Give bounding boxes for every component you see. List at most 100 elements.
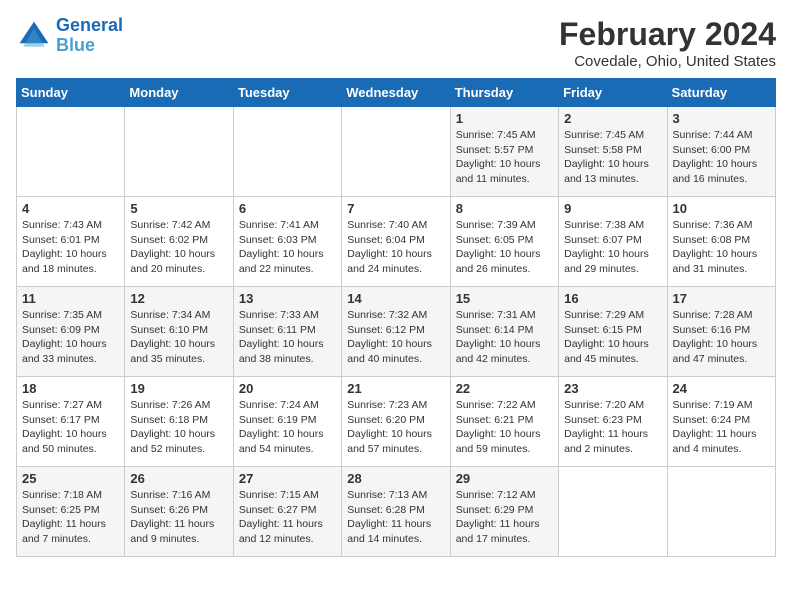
day-number: 5	[130, 201, 227, 216]
header-row: SundayMondayTuesdayWednesdayThursdayFrid…	[17, 79, 776, 107]
calendar-cell: 2 Sunrise: 7:45 AM Sunset: 5:58 PM Daylig…	[559, 107, 667, 197]
day-number: 28	[347, 471, 444, 486]
day-number: 6	[239, 201, 336, 216]
day-info: Sunrise: 7:24 AM Sunset: 6:19 PM Dayligh…	[239, 398, 336, 457]
day-info: Sunrise: 7:29 AM Sunset: 6:15 PM Dayligh…	[564, 308, 661, 367]
calendar-cell: 3 Sunrise: 7:44 AM Sunset: 6:00 PM Daylig…	[667, 107, 775, 197]
day-info: Sunrise: 7:44 AM Sunset: 6:00 PM Dayligh…	[673, 128, 770, 187]
day-info: Sunrise: 7:31 AM Sunset: 6:14 PM Dayligh…	[456, 308, 553, 367]
calendar-cell: 16 Sunrise: 7:29 AM Sunset: 6:15 PM Dayli…	[559, 287, 667, 377]
day-info: Sunrise: 7:41 AM Sunset: 6:03 PM Dayligh…	[239, 218, 336, 277]
logo: General Blue	[16, 16, 123, 56]
calendar-cell	[559, 467, 667, 557]
calendar-title: February 2024	[559, 16, 776, 53]
day-number: 17	[673, 291, 770, 306]
day-info: Sunrise: 7:45 AM Sunset: 5:57 PM Dayligh…	[456, 128, 553, 187]
day-info: Sunrise: 7:23 AM Sunset: 6:20 PM Dayligh…	[347, 398, 444, 457]
day-number: 27	[239, 471, 336, 486]
day-number: 26	[130, 471, 227, 486]
day-number: 24	[673, 381, 770, 396]
day-info: Sunrise: 7:45 AM Sunset: 5:58 PM Dayligh…	[564, 128, 661, 187]
week-row-1: 1 Sunrise: 7:45 AM Sunset: 5:57 PM Daylig…	[17, 107, 776, 197]
calendar-cell: 7 Sunrise: 7:40 AM Sunset: 6:04 PM Daylig…	[342, 197, 450, 287]
day-info: Sunrise: 7:36 AM Sunset: 6:08 PM Dayligh…	[673, 218, 770, 277]
calendar-cell: 8 Sunrise: 7:39 AM Sunset: 6:05 PM Daylig…	[450, 197, 558, 287]
day-info: Sunrise: 7:19 AM Sunset: 6:24 PM Dayligh…	[673, 398, 770, 457]
title-block: February 2024 Covedale, Ohio, United Sta…	[559, 16, 776, 70]
day-number: 21	[347, 381, 444, 396]
calendar-table: SundayMondayTuesdayWednesdayThursdayFrid…	[16, 78, 776, 557]
calendar-cell	[667, 467, 775, 557]
calendar-cell	[342, 107, 450, 197]
day-number: 16	[564, 291, 661, 306]
calendar-cell: 28 Sunrise: 7:13 AM Sunset: 6:28 PM Dayli…	[342, 467, 450, 557]
day-info: Sunrise: 7:22 AM Sunset: 6:21 PM Dayligh…	[456, 398, 553, 457]
calendar-cell: 6 Sunrise: 7:41 AM Sunset: 6:03 PM Daylig…	[233, 197, 341, 287]
day-number: 8	[456, 201, 553, 216]
day-number: 15	[456, 291, 553, 306]
calendar-cell: 17Sunrise: 7:28 AM Sunset: 6:16 PM Dayli…	[667, 287, 775, 377]
day-number: 10	[673, 201, 770, 216]
day-number: 14	[347, 291, 444, 306]
day-number: 11	[22, 291, 119, 306]
day-info: Sunrise: 7:32 AM Sunset: 6:12 PM Dayligh…	[347, 308, 444, 367]
day-info: Sunrise: 7:40 AM Sunset: 6:04 PM Dayligh…	[347, 218, 444, 277]
day-number: 2	[564, 111, 661, 126]
calendar-cell: 10 Sunrise: 7:36 AM Sunset: 6:08 PM Dayli…	[667, 197, 775, 287]
column-header-thursday: Thursday	[450, 79, 558, 107]
calendar-cell: 11 Sunrise: 7:35 AM Sunset: 6:09 PM Dayli…	[17, 287, 125, 377]
day-info: Sunrise: 7:33 AM Sunset: 6:11 PM Dayligh…	[239, 308, 336, 367]
calendar-cell: 12Sunrise: 7:34 AM Sunset: 6:10 PM Dayli…	[125, 287, 233, 377]
calendar-cell	[125, 107, 233, 197]
day-info: Sunrise: 7:12 AM Sunset: 6:29 PM Dayligh…	[456, 488, 553, 547]
day-number: 7	[347, 201, 444, 216]
logo-icon	[16, 18, 52, 54]
calendar-cell: 4Sunrise: 7:43 AM Sunset: 6:01 PM Daylig…	[17, 197, 125, 287]
day-info: Sunrise: 7:13 AM Sunset: 6:28 PM Dayligh…	[347, 488, 444, 547]
calendar-cell: 9Sunrise: 7:38 AM Sunset: 6:07 PM Daylig…	[559, 197, 667, 287]
day-info: Sunrise: 7:34 AM Sunset: 6:10 PM Dayligh…	[130, 308, 227, 367]
column-header-tuesday: Tuesday	[233, 79, 341, 107]
week-row-4: 18Sunrise: 7:27 AM Sunset: 6:17 PM Dayli…	[17, 377, 776, 467]
day-number: 1	[456, 111, 553, 126]
week-row-3: 11 Sunrise: 7:35 AM Sunset: 6:09 PM Dayli…	[17, 287, 776, 377]
day-number: 9	[564, 201, 661, 216]
day-info: Sunrise: 7:26 AM Sunset: 6:18 PM Dayligh…	[130, 398, 227, 457]
day-number: 13	[239, 291, 336, 306]
calendar-cell: 23Sunrise: 7:20 AM Sunset: 6:23 PM Dayli…	[559, 377, 667, 467]
calendar-cell: 29Sunrise: 7:12 AM Sunset: 6:29 PM Dayli…	[450, 467, 558, 557]
logo-text: General Blue	[56, 16, 123, 56]
column-header-sunday: Sunday	[17, 79, 125, 107]
calendar-cell: 5 Sunrise: 7:42 AM Sunset: 6:02 PM Daylig…	[125, 197, 233, 287]
calendar-cell: 13 Sunrise: 7:33 AM Sunset: 6:11 PM Dayli…	[233, 287, 341, 377]
day-info: Sunrise: 7:16 AM Sunset: 6:26 PM Dayligh…	[130, 488, 227, 547]
page-header: General Blue February 2024 Covedale, Ohi…	[16, 16, 776, 70]
calendar-cell: 26 Sunrise: 7:16 AM Sunset: 6:26 PM Dayli…	[125, 467, 233, 557]
calendar-cell: 25 Sunrise: 7:18 AM Sunset: 6:25 PM Dayli…	[17, 467, 125, 557]
day-number: 25	[22, 471, 119, 486]
calendar-cell: 18Sunrise: 7:27 AM Sunset: 6:17 PM Dayli…	[17, 377, 125, 467]
day-info: Sunrise: 7:35 AM Sunset: 6:09 PM Dayligh…	[22, 308, 119, 367]
calendar-cell: 27 Sunrise: 7:15 AM Sunset: 6:27 PM Dayli…	[233, 467, 341, 557]
day-info: Sunrise: 7:20 AM Sunset: 6:23 PM Dayligh…	[564, 398, 661, 457]
calendar-cell	[233, 107, 341, 197]
day-number: 19	[130, 381, 227, 396]
day-number: 4	[22, 201, 119, 216]
calendar-cell: 15 Sunrise: 7:31 AM Sunset: 6:14 PM Dayli…	[450, 287, 558, 377]
day-info: Sunrise: 7:39 AM Sunset: 6:05 PM Dayligh…	[456, 218, 553, 277]
week-row-2: 4Sunrise: 7:43 AM Sunset: 6:01 PM Daylig…	[17, 197, 776, 287]
column-header-friday: Friday	[559, 79, 667, 107]
day-number: 18	[22, 381, 119, 396]
day-info: Sunrise: 7:42 AM Sunset: 6:02 PM Dayligh…	[130, 218, 227, 277]
calendar-subtitle: Covedale, Ohio, United States	[559, 53, 776, 70]
day-number: 3	[673, 111, 770, 126]
column-header-monday: Monday	[125, 79, 233, 107]
day-info: Sunrise: 7:15 AM Sunset: 6:27 PM Dayligh…	[239, 488, 336, 547]
column-header-wednesday: Wednesday	[342, 79, 450, 107]
calendar-cell: 22Sunrise: 7:22 AM Sunset: 6:21 PM Dayli…	[450, 377, 558, 467]
calendar-cell: 24 Sunrise: 7:19 AM Sunset: 6:24 PM Dayli…	[667, 377, 775, 467]
week-row-5: 25 Sunrise: 7:18 AM Sunset: 6:25 PM Dayli…	[17, 467, 776, 557]
calendar-cell: 14 Sunrise: 7:32 AM Sunset: 6:12 PM Dayli…	[342, 287, 450, 377]
day-number: 20	[239, 381, 336, 396]
day-info: Sunrise: 7:18 AM Sunset: 6:25 PM Dayligh…	[22, 488, 119, 547]
